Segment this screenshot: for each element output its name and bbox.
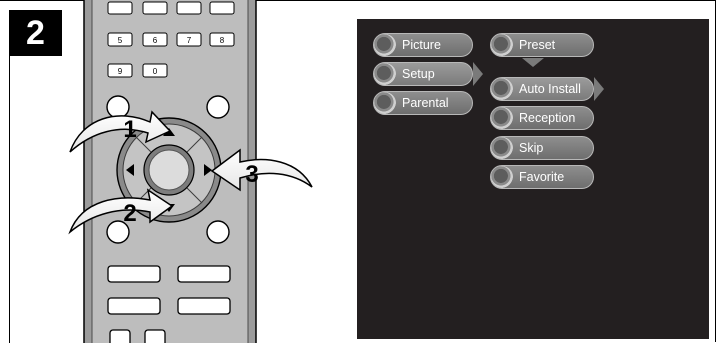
number-key-label: 9 [118, 67, 123, 76]
knob-icon [491, 78, 513, 100]
number-key-label: 6 [153, 36, 158, 45]
number-key-label: 0 [153, 67, 158, 76]
submenu-header-preset[interactable]: Preset [490, 33, 594, 57]
menu-item-label: Setup [402, 67, 435, 81]
clock-icon [374, 63, 396, 85]
number-key-label: 5 [118, 36, 123, 45]
auto-install-arrow-icon [594, 77, 604, 101]
knob-icon [491, 34, 513, 56]
callout-number-1: 1 [123, 116, 136, 143]
enter-button[interactable] [148, 149, 190, 191]
callout-number-2: 2 [123, 200, 136, 227]
bottom-right-round-button[interactable] [206, 220, 230, 244]
submenu-item-label: Favorite [519, 170, 565, 184]
menu-item-parental[interactable]: Parental [373, 91, 473, 115]
step-number-badge: 2 [9, 10, 62, 56]
submenu-header-label: Preset [519, 38, 556, 52]
menu-item-picture[interactable]: Picture [373, 33, 473, 57]
preset-down-arrow-icon [522, 58, 544, 67]
knob-icon [491, 166, 513, 188]
step-number: 2 [26, 13, 45, 52]
submenu-item-label: Skip [519, 141, 544, 155]
setup-expand-arrow-icon [473, 62, 483, 86]
knob-icon [491, 137, 513, 159]
callout-number-3: 3 [245, 161, 258, 188]
remote-control-illustration: 5 6 7 8 9 0 1 2 3 [68, 0, 313, 343]
family-icon [374, 92, 396, 114]
menu-item-label: Picture [402, 38, 441, 52]
knob-icon [491, 107, 513, 129]
submenu-item-skip[interactable]: Skip [490, 136, 594, 160]
number-key-label: 8 [220, 36, 225, 45]
number-key-label: 7 [187, 36, 192, 45]
left-rule [9, 56, 10, 343]
submenu-item-label: Auto Install [519, 82, 581, 96]
eye-icon [374, 34, 396, 56]
submenu-item-reception[interactable]: Reception [490, 106, 594, 130]
menu-item-label: Parental [402, 96, 449, 110]
submenu-item-label: Reception [519, 111, 576, 125]
submenu-item-favorite[interactable]: Favorite [490, 165, 594, 189]
submenu-item-auto-install[interactable]: Auto Install [490, 77, 594, 101]
menu-item-setup[interactable]: Setup [373, 62, 473, 86]
tv-screen: Picture Setup Parental Preset Auto Insta… [357, 19, 709, 339]
top-left-round-button[interactable] [106, 95, 130, 119]
top-right-round-button[interactable] [206, 95, 230, 119]
